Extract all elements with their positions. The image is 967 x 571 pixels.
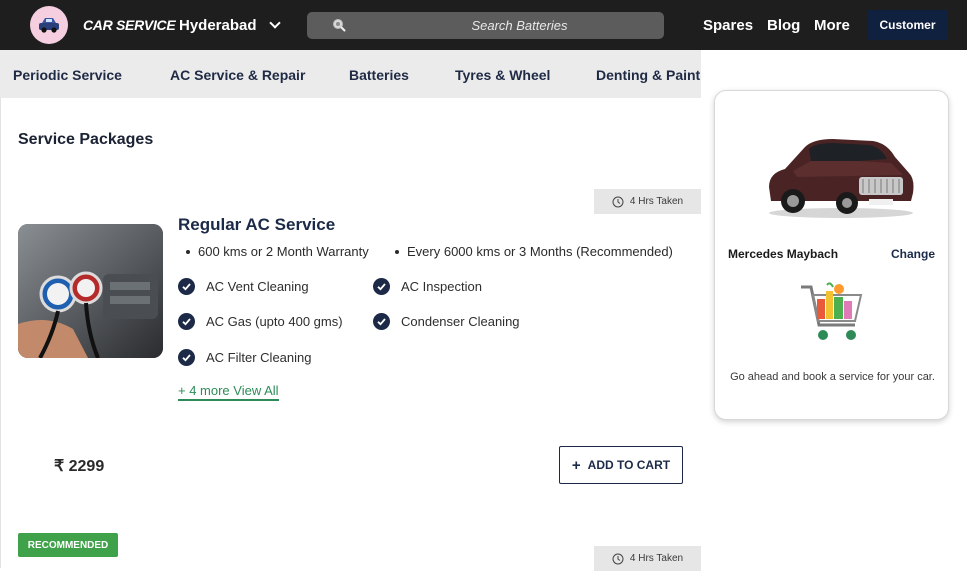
- add-to-cart-label: ADD TO CART: [587, 458, 671, 472]
- category-batteries[interactable]: Batteries: [349, 67, 409, 83]
- bullet-dot: [186, 249, 190, 254]
- search-placeholder: Search Batteries: [471, 18, 568, 33]
- package-title: Regular AC Service: [178, 215, 336, 234]
- bullet-dot: [395, 249, 399, 254]
- car-name: Mercedes Maybach: [728, 247, 839, 261]
- feature-label: AC Vent Cleaning: [206, 279, 309, 294]
- feature-item: AC Vent Cleaning: [178, 278, 309, 295]
- check-circle-icon: [178, 349, 195, 366]
- category-periodic-service[interactable]: Periodic Service: [13, 67, 122, 83]
- feature-item: AC Filter Cleaning: [178, 349, 312, 366]
- category-tyres-wheel[interactable]: Tyres & Wheel: [455, 67, 550, 83]
- category-bar: Periodic Service AC Service & Repair Bat…: [0, 50, 701, 98]
- car-image: [769, 139, 914, 218]
- chevron-down-icon: [268, 17, 281, 29]
- nav-more[interactable]: More: [814, 17, 850, 34]
- clock-icon: [612, 553, 624, 564]
- category-denting-painting[interactable]: Denting & Painting: [596, 67, 701, 83]
- bullet-text: 600 kms or 2 Month Warranty: [198, 244, 369, 259]
- check-circle-icon: [178, 313, 195, 330]
- check-circle-icon: [373, 313, 390, 330]
- car-logo-icon[interactable]: [30, 6, 68, 44]
- city-label: Hyderabad: [179, 17, 257, 34]
- package-image: [18, 224, 163, 358]
- package-bullet: 600 kms or 2 Month Warranty: [186, 244, 369, 259]
- clock-icon: [612, 196, 624, 207]
- package-bullet: Every 6000 kms or 3 Months (Recommended): [395, 244, 673, 259]
- card-message: Go ahead and book a service for your car…: [730, 371, 935, 383]
- selected-car-card: Mercedes Maybach Change Go ahead and boo…: [714, 90, 949, 420]
- feature-label: AC Filter Cleaning: [206, 350, 312, 365]
- time-badge: 4 Hrs Taken: [594, 189, 701, 214]
- search-input[interactable]: Search Batteries: [307, 12, 664, 39]
- feature-item: AC Inspection: [373, 278, 482, 295]
- content-divider: [0, 98, 1, 568]
- feature-label: Condenser Cleaning: [401, 314, 520, 329]
- feature-label: AC Gas (upto 400 gms): [206, 314, 343, 329]
- feature-label: AC Inspection: [401, 279, 482, 294]
- view-all-link[interactable]: + 4 more View All: [178, 383, 279, 401]
- section-title: Service Packages: [18, 131, 154, 148]
- check-circle-icon: [178, 278, 195, 295]
- city-selector[interactable]: Hyderabad: [179, 17, 281, 34]
- feature-item: Condenser Cleaning: [373, 313, 520, 330]
- feature-item: AC Gas (upto 400 gms): [178, 313, 343, 330]
- time-taken-label: 4 Hrs Taken: [629, 553, 684, 564]
- change-car-link[interactable]: Change: [891, 247, 935, 261]
- check-circle-icon: [373, 278, 390, 295]
- nav-spares[interactable]: Spares: [703, 17, 753, 34]
- time-taken-label: 4 Hrs Taken: [629, 196, 684, 207]
- package-price: ₹ 2299: [54, 458, 105, 475]
- category-ac-service[interactable]: AC Service & Repair: [170, 67, 305, 83]
- nav-blog[interactable]: Blog: [767, 17, 800, 34]
- bullet-text: Every 6000 kms or 3 Months (Recommended): [407, 244, 673, 259]
- top-navbar: CAR SERVICE Hyderabad Search Batteries S…: [0, 0, 967, 50]
- brand-name[interactable]: CAR SERVICE: [83, 17, 176, 33]
- shopping-cart-icon: [801, 282, 863, 340]
- add-to-cart-button[interactable]: + ADD TO CART: [559, 446, 683, 484]
- time-badge: 4 Hrs Taken: [594, 546, 701, 571]
- recommended-badge: RECOMMENDED: [18, 533, 118, 557]
- customer-button[interactable]: Customer: [867, 10, 948, 40]
- plus-icon: +: [571, 456, 581, 474]
